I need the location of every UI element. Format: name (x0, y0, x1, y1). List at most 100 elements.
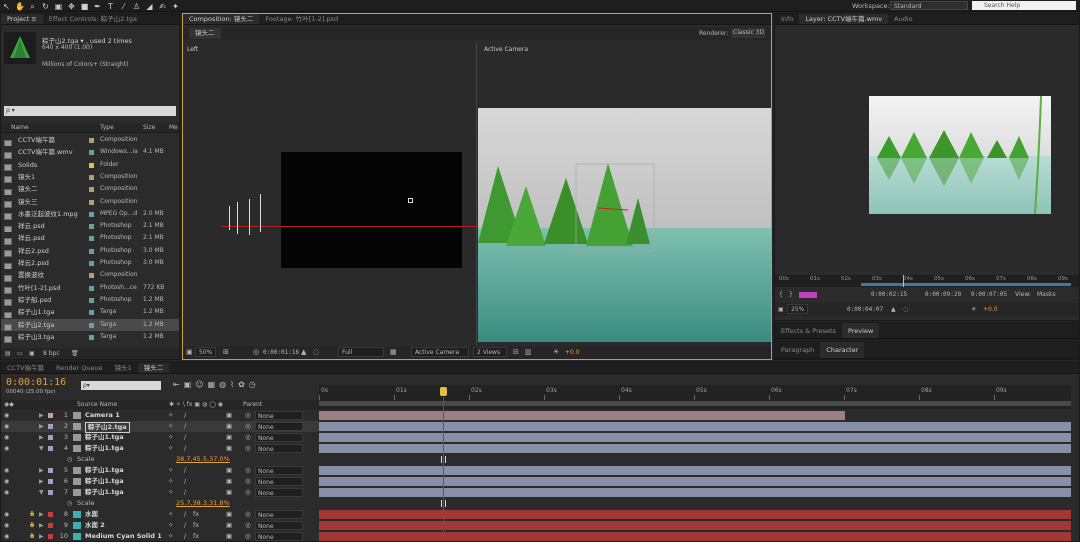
label-color-swatch[interactable] (89, 174, 94, 180)
project-item[interactable]: 粽子山3.tga Targa 1.2 MB (1, 331, 179, 344)
label-color-swatch[interactable] (89, 310, 94, 316)
parent-pickwhip-icon[interactable]: ◎ (245, 410, 251, 421)
timer-icon[interactable]: ◷ (249, 380, 260, 389)
expand-triangle-icon[interactable]: ▶ (39, 410, 44, 421)
visibility-eye-icon[interactable]: ◉ (4, 410, 9, 421)
expand-triangle-icon[interactable]: ▶ (39, 421, 44, 432)
3d-layer-icon[interactable]: ▣ (226, 487, 232, 498)
region-icon[interactable]: ◌ (313, 346, 319, 359)
fx-switch-icon[interactable]: fx (193, 509, 199, 520)
collapse-switch-icon[interactable]: ✧ (168, 487, 173, 498)
visibility-eye-icon[interactable]: ◉ (4, 520, 9, 531)
quality-switch-icon[interactable]: / (184, 421, 186, 432)
timeline-layer-row[interactable]: ◉ ▶ 6 粽子山1.tga ✧ / ▣ ◎ None (1, 476, 319, 487)
parent-select[interactable]: None (255, 510, 303, 519)
parent-pickwhip-icon[interactable]: ◎ (245, 520, 251, 531)
tab-render-queue[interactable]: Render Queue (50, 363, 109, 373)
visibility-eye-icon[interactable]: ◉ (4, 487, 9, 498)
parent-pickwhip-icon[interactable]: ◎ (245, 531, 251, 541)
layer-duration[interactable]: 0:00:07:05 (971, 289, 1007, 301)
quality-switch-icon[interactable]: / (184, 531, 186, 541)
hand-tool-icon[interactable]: ✋ (15, 2, 25, 11)
shy-icon[interactable]: ☺ (195, 380, 207, 389)
project-item[interactable]: 镜头二 Composition (1, 183, 179, 196)
col-source-name[interactable]: Source Name (77, 400, 117, 410)
3d-layer-icon[interactable]: ▣ (226, 410, 232, 421)
layer-duration-bar[interactable] (319, 510, 1071, 519)
rotate-tool-icon[interactable]: ↻ (41, 2, 50, 11)
timeline-layer-row[interactable]: ◉ ▶ 5 粽子山1.tga ✧ / ▣ ◎ None (1, 465, 319, 476)
pen-tool-icon[interactable]: ✒ (93, 2, 102, 11)
layer-property-row[interactable]: ◷ Scale 38.7,45.5,37.0% (1, 454, 319, 465)
tab-info[interactable]: Info (775, 14, 799, 24)
tab-character[interactable]: Character (820, 342, 865, 358)
layer-source-name[interactable]: 水面 2 (85, 520, 105, 531)
parent-pickwhip-icon[interactable]: ◎ (245, 421, 251, 432)
layer-duration-bar[interactable] (319, 433, 1071, 442)
tab-cctv[interactable]: CCTV端午篇 (1, 363, 50, 373)
layer-property-row[interactable]: ◷ Scale 25.7,38.3,31.8% (1, 498, 319, 509)
layer-timecode[interactable]: 0:00:04:07 (847, 303, 883, 316)
parent-select[interactable]: None (255, 466, 303, 475)
col-size[interactable]: Size (143, 123, 155, 133)
show-channel-icon[interactable]: ▲ (301, 346, 306, 359)
project-item[interactable]: CCTV端午篇.wmv Windows...ia 4.1 MB (1, 146, 179, 159)
layer-source-name[interactable]: 水面 (85, 509, 98, 520)
layer-preview-icon[interactable]: ▣ (778, 303, 784, 316)
collapse-switch-icon[interactable]: ✧ (168, 410, 173, 421)
parent-select[interactable]: None (255, 532, 303, 541)
layer-label-swatch[interactable] (48, 424, 53, 429)
collapse-switch-icon[interactable]: ✧ (168, 531, 173, 541)
layer-label-swatch[interactable] (48, 435, 53, 440)
tab-footage[interactable]: Footage: 竹叶[1-2].psd (259, 14, 344, 24)
text-tool-icon[interactable]: T (106, 2, 115, 11)
search-help-input[interactable]: Search Help (972, 1, 1076, 10)
left-view[interactable]: Left (183, 42, 477, 345)
timeline-layer-row[interactable]: ◉ 🔒 ▶ 9 水面 2 ✧ / fx ▣ ◎ None (1, 520, 319, 531)
layer-duration-bar[interactable] (319, 411, 846, 420)
tab-shot1[interactable]: 镜头1 (109, 363, 138, 373)
project-item[interactable]: 竹叶[1-2].psd Photosh...ce 772 KB (1, 282, 179, 294)
tab-layer[interactable]: Layer: CCTV端午篇.wmv (799, 14, 889, 24)
eraser-tool-icon[interactable]: ◢ (145, 2, 154, 11)
parent-select[interactable]: None (255, 477, 303, 486)
layer-label-swatch[interactable] (48, 413, 53, 418)
layer-exposure-value[interactable]: +0.0 (983, 303, 998, 316)
expand-triangle-icon[interactable]: ▶ (39, 531, 44, 541)
layer-region-icon[interactable]: ◌ (903, 303, 908, 316)
lock-icon[interactable]: 🔒 (29, 531, 35, 541)
label-color-swatch[interactable] (89, 224, 94, 230)
fx-switch-icon[interactable]: fx (193, 520, 199, 531)
layer-label-swatch[interactable] (48, 490, 53, 495)
parent-pickwhip-icon[interactable]: ◎ (245, 465, 251, 476)
parent-pickwhip-icon[interactable]: ◎ (245, 487, 251, 498)
layer-source-name[interactable]: 粽子山1.tga (85, 443, 124, 454)
anchor-point-icon[interactable] (408, 198, 413, 203)
project-item[interactable]: 祥云2.psd Photoshop 3.0 MB (1, 245, 179, 257)
comp-name-tab[interactable]: 镜头二 (189, 28, 221, 39)
collapse-switch-icon[interactable]: ✧ (168, 421, 173, 432)
bpc-label[interactable]: 8 bpc (43, 348, 60, 359)
layer-channel-icon[interactable]: ▲ (891, 303, 896, 316)
timeline-layer-row[interactable]: ◉ ▼ 7 粽子山1.tga ✧ / ▣ ◎ None (1, 487, 319, 498)
timeline-layer-row[interactable]: ◉ ▶ 3 粽子山1.tga ✧ / ▣ ◎ None (1, 432, 319, 443)
tab-composition[interactable]: Composition: 镜头二 (183, 14, 260, 24)
lock-icon[interactable]: 🔒 (29, 509, 35, 520)
layer-source-name[interactable]: Medium Cyan Solid 1 (85, 531, 162, 541)
project-item[interactable]: 粽子山1.tga Targa 1.2 MB (1, 306, 179, 319)
pan-behind-tool-icon[interactable]: ✥ (67, 2, 76, 11)
expand-triangle-icon[interactable]: ▶ (39, 465, 44, 476)
collapse-switch-icon[interactable]: ✧ (168, 432, 173, 443)
project-item[interactable]: 祥云.psd Photoshop 2.1 MB (1, 220, 179, 233)
layer-source-name[interactable]: 粽子山1.tga (85, 432, 124, 443)
layer-duration-bar[interactable] (319, 466, 1071, 475)
visibility-eye-icon[interactable]: ◉ (4, 531, 9, 541)
current-time-indicator[interactable] (443, 397, 444, 541)
layer-current-time[interactable]: 0:00:02:15 (871, 289, 907, 301)
tab-preview[interactable]: Preview (841, 323, 880, 338)
layer-duration-bar[interactable] (319, 488, 1071, 497)
set-in-icon[interactable]: { (779, 289, 783, 301)
layer-source-name[interactable]: 粽子山1.tga (85, 476, 124, 487)
layer-label-swatch[interactable] (48, 534, 53, 539)
safe-zones-icon[interactable]: ⊞ (223, 346, 229, 359)
